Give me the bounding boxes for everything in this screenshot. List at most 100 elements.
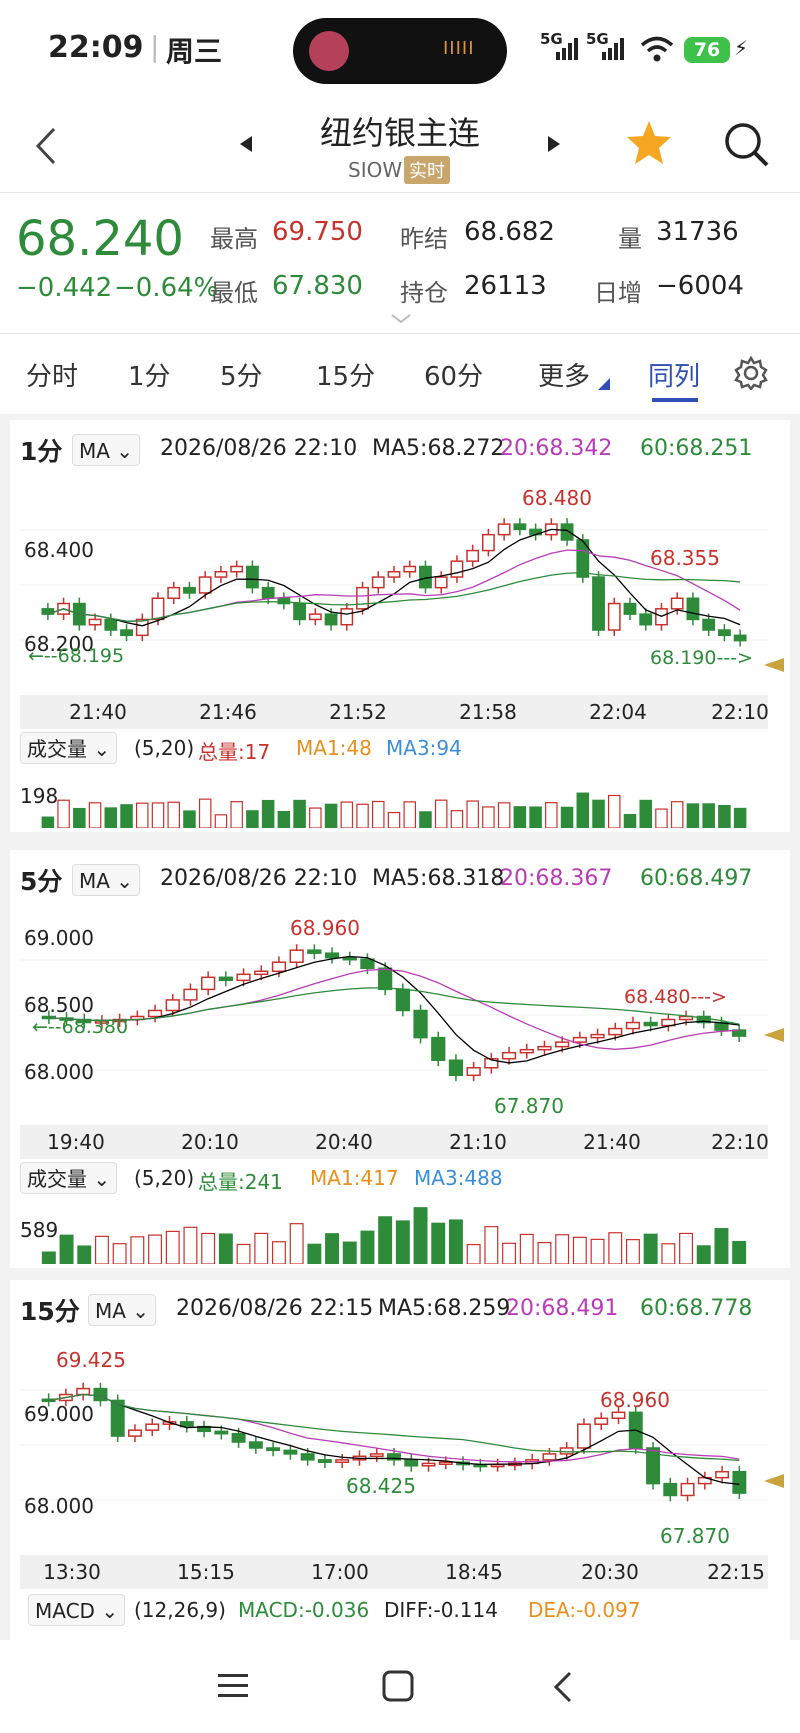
- home-icon[interactable]: [382, 1670, 414, 1702]
- volume-ma3: MA3:488: [414, 1166, 503, 1190]
- prev-contract-icon[interactable]: [238, 134, 254, 154]
- candle-body: [395, 988, 410, 1012]
- volume-bar: [324, 803, 338, 828]
- x-axis-label: 22:10: [711, 700, 769, 724]
- system-back-icon[interactable]: [552, 1670, 574, 1704]
- status-time: 22:09: [48, 30, 144, 65]
- candle-body: [165, 999, 180, 1012]
- current-price-marker-icon: [764, 1028, 784, 1042]
- x-axis-label: 21:58: [459, 700, 517, 724]
- chart-panel-5min: 5分 MA ⌄ 2026/08/26 22:10 MA5:68.318 20:6…: [10, 850, 790, 1268]
- volume-bar: [246, 810, 259, 828]
- ma60-value: 60:68.251: [640, 436, 753, 461]
- chart-panel-1min: 1分 MA ⌄ 2026/08/26 22:10 MA5:68.272 20:6…: [10, 420, 790, 832]
- volume-bar: [450, 810, 464, 828]
- search-icon[interactable]: [722, 120, 770, 168]
- realtime-badge: 实时: [404, 156, 450, 184]
- candlestick-chart[interactable]: [20, 905, 768, 1125]
- chevron-down-icon: ⌄: [101, 1599, 119, 1623]
- low-annotation: 67.870: [494, 1094, 564, 1118]
- candle-body: [607, 602, 621, 631]
- daily-change-value: −6004: [656, 271, 744, 301]
- candle-body: [335, 1459, 350, 1463]
- status-bar: 22:09 | 周三 IIIII 5G 5G 76 ⚡: [0, 0, 800, 100]
- star-icon[interactable]: [624, 118, 674, 166]
- candle-body: [413, 1009, 428, 1039]
- volume-bar: [655, 808, 668, 828]
- system-nav-bar: [0, 1640, 800, 1733]
- candle-body: [732, 1470, 747, 1494]
- dynamic-island[interactable]: IIIII: [293, 18, 507, 84]
- candle-body: [590, 1033, 605, 1039]
- indicator-select-label: MA: [95, 1299, 126, 1323]
- candle-body: [88, 618, 102, 626]
- y-axis-label: 68.400: [24, 538, 94, 562]
- menu-icon[interactable]: [218, 1672, 248, 1700]
- volume-select[interactable]: 成交量 ⌄: [20, 1162, 118, 1194]
- volume-bar: [670, 801, 684, 828]
- candlestick-chart[interactable]: [20, 1335, 768, 1555]
- candle-body: [214, 571, 228, 578]
- x-axis: 13:30 15:15 17:00 18:45 20:30 22:15: [20, 1555, 768, 1589]
- tab-same-series[interactable]: 同列: [648, 356, 700, 393]
- volume-bar: [608, 1232, 623, 1264]
- low-value: 67.830: [272, 271, 363, 301]
- more-caret-icon: [598, 378, 610, 390]
- macd-select[interactable]: MACD ⌄: [28, 1594, 126, 1626]
- volume-bar: [482, 806, 495, 828]
- x-axis-label: 13:30: [43, 1560, 101, 1584]
- expand-chevron-icon[interactable]: [390, 313, 412, 325]
- candle-body: [625, 1021, 641, 1030]
- candle-body: [490, 1463, 505, 1468]
- last-price: 68.240: [16, 211, 184, 267]
- macd-value: MACD:-0.036: [238, 1598, 370, 1622]
- volume-bar: [378, 1216, 393, 1264]
- volume-bar: [88, 802, 102, 828]
- volume-bar: [484, 1226, 499, 1264]
- candle-body: [183, 988, 198, 1001]
- volume-bar: [403, 801, 416, 828]
- volume-bar: [497, 802, 511, 828]
- next-contract-icon[interactable]: [546, 134, 562, 154]
- candle-body: [623, 602, 637, 615]
- chevron-down-icon: ⌄: [116, 869, 134, 893]
- daily-change-label: 日增: [594, 279, 642, 307]
- tab-60min[interactable]: 60分: [424, 356, 483, 393]
- candle-body: [431, 1036, 446, 1061]
- volume-chart: [20, 1196, 768, 1264]
- chevron-down-icon: ⌄: [116, 439, 134, 463]
- tab-1min[interactable]: 1分: [128, 356, 171, 393]
- candle-body: [434, 576, 448, 589]
- open-interest-label: 持仓: [400, 279, 448, 307]
- candle-body: [537, 1045, 552, 1051]
- volume-y-label: 589: [20, 1218, 59, 1242]
- charging-icon: ⚡: [734, 36, 749, 60]
- candle-body: [135, 618, 149, 637]
- back-icon[interactable]: [34, 126, 58, 166]
- indicator-select[interactable]: MA ⌄: [88, 1294, 157, 1326]
- current-price-marker-icon: [764, 658, 784, 672]
- tab-15min[interactable]: 15分: [316, 356, 375, 393]
- high-annotation: 68.480: [522, 486, 592, 510]
- volume-ma1: MA1:48: [296, 736, 372, 760]
- chart-panel-15min: 15分 MA ⌄ 2026/08/26 22:15 MA5:68.259 20:…: [10, 1280, 790, 1640]
- x-axis-label: 15:15: [177, 1560, 235, 1584]
- volume-select[interactable]: 成交量 ⌄: [20, 732, 118, 764]
- wifi-icon: [640, 36, 674, 62]
- candle-body: [145, 1423, 160, 1431]
- indicator-select[interactable]: MA ⌄: [72, 434, 141, 466]
- tab-more[interactable]: 更多: [538, 356, 590, 393]
- candle-time: 2026/08/26 22:15: [176, 1296, 374, 1321]
- dea-value: DEA:-0.097: [528, 1598, 641, 1622]
- status-day: 周三: [166, 35, 223, 68]
- ma60-value: 60:68.497: [640, 866, 753, 891]
- chevron-down-icon: ⌄: [93, 737, 111, 761]
- ma20-value: 20:68.342: [500, 436, 613, 461]
- volume-y-label: 198: [20, 784, 59, 808]
- settings-gear-icon[interactable]: [734, 356, 768, 390]
- indicator-select[interactable]: MA ⌄: [72, 864, 141, 896]
- tab-5min[interactable]: 5分: [220, 356, 263, 393]
- high-annotation: 68.960: [290, 916, 360, 940]
- candle-body: [128, 1429, 142, 1437]
- tab-intraday[interactable]: 分时: [26, 356, 78, 393]
